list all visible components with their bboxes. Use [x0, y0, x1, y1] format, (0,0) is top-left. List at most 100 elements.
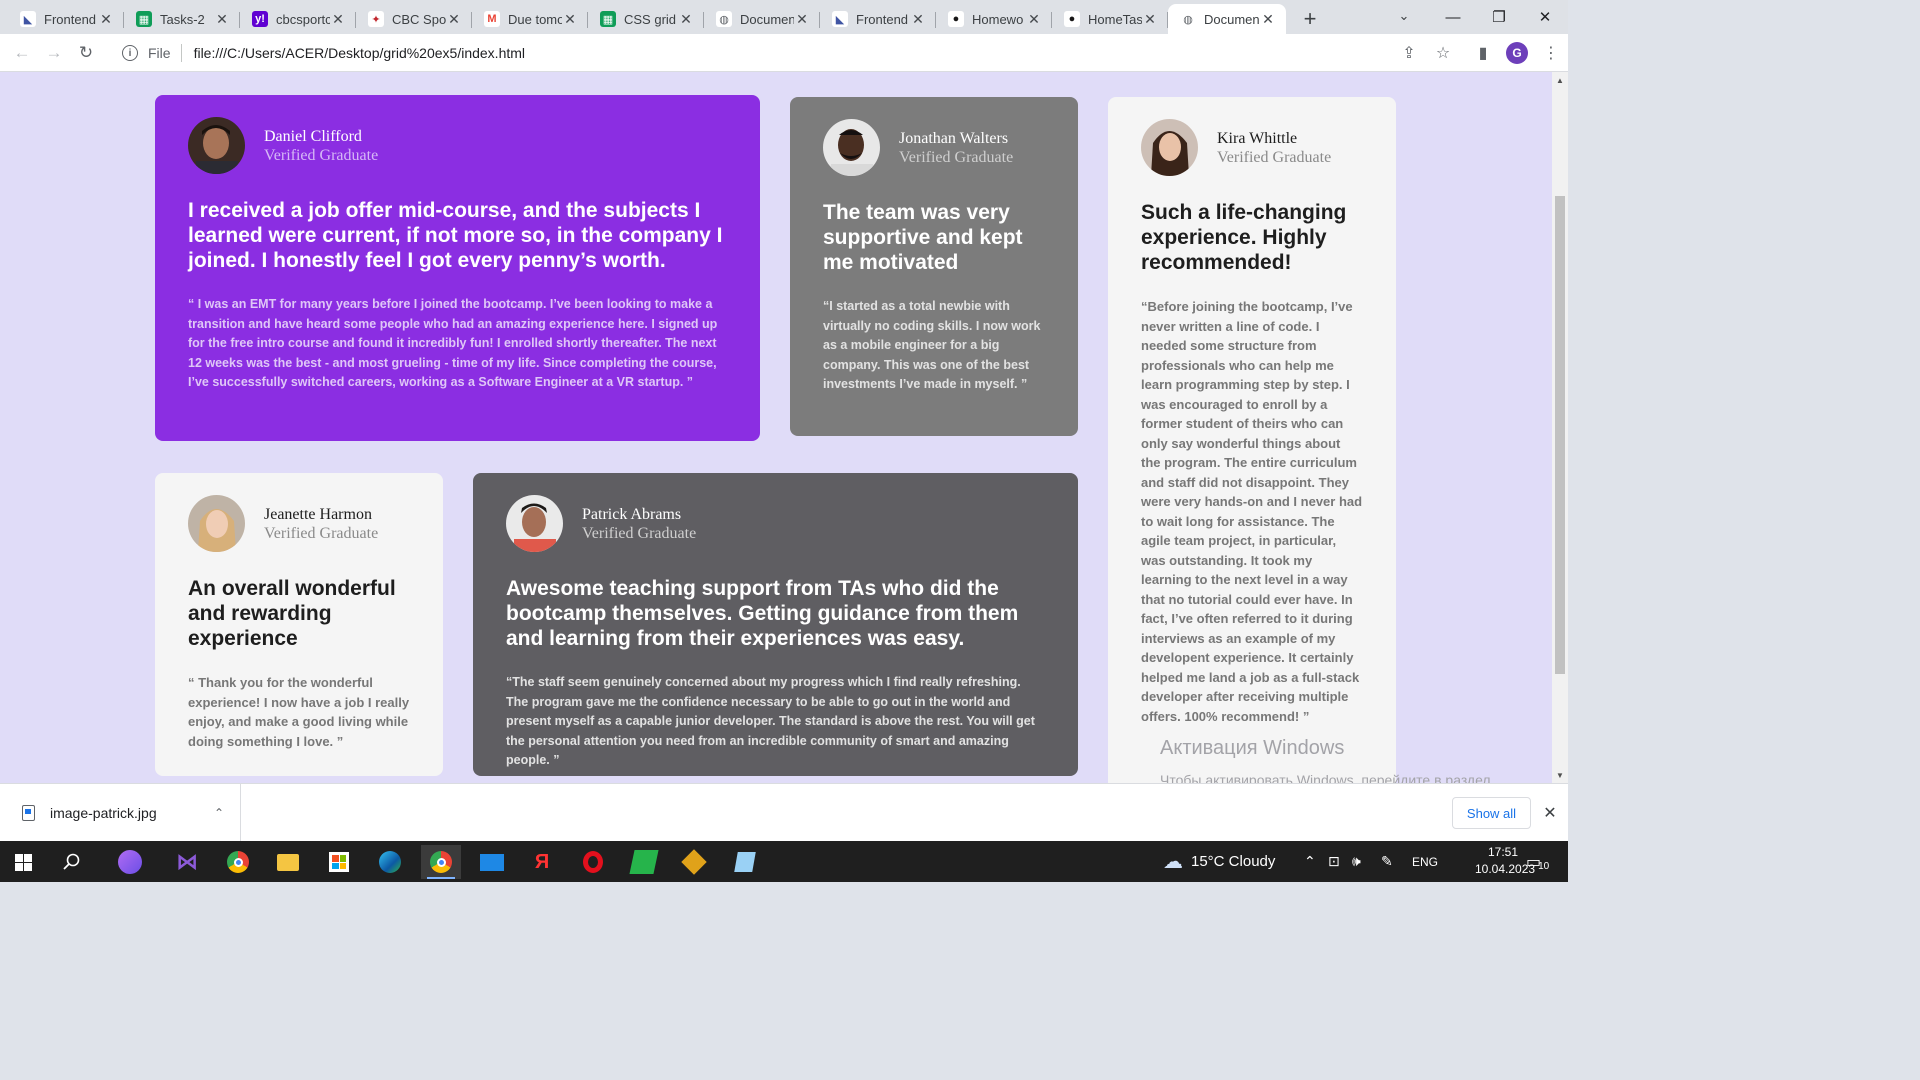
browser-tab[interactable]: ▦ CSS grid ✕ [588, 4, 704, 34]
card-header: Patrick Abrams Verified Graduate [506, 495, 1045, 552]
download-item[interactable]: image-patrick.jpg ⌃ [0, 784, 241, 842]
testimonial-card-kira: Kira Whittle Verified Graduate Such a li… [1108, 97, 1396, 783]
show-hidden-icons-icon[interactable]: ⌃ [1304, 841, 1316, 882]
testimonial-headline: Such a life-changing experience. Highly … [1141, 201, 1347, 274]
person-info: Kira Whittle Verified Graduate [1217, 129, 1331, 167]
person-info: Jonathan Walters Verified Graduate [899, 129, 1013, 167]
pen-icon[interactable]: ✎ [1381, 841, 1393, 882]
browser-tab[interactable]: M Due tomo ✕ [472, 4, 588, 34]
weather-widget[interactable]: ☁ 15°C Cloudy [1163, 841, 1275, 882]
browser-tab[interactable]: ◣ Frontend ✕ [8, 4, 124, 34]
cbc-sports-icon: ✦ [368, 11, 384, 27]
site-info-icon[interactable]: i [122, 45, 138, 61]
show-all-button[interactable]: Show all [1452, 797, 1531, 829]
volume-icon[interactable]: 🕪 [1352, 841, 1361, 882]
google-sheets-icon: ▦ [136, 11, 152, 27]
browser-tab[interactable]: ● Homewo ✕ [936, 4, 1052, 34]
tab-title: Documen [740, 11, 794, 27]
tab-close-icon[interactable]: ✕ [678, 11, 694, 28]
browser-tab[interactable]: ◍ Documen ✕ [1168, 4, 1286, 34]
microsoft-store-icon[interactable] [319, 845, 359, 879]
image-file-icon [22, 805, 35, 821]
chevron-up-icon[interactable]: ⌃ [214, 806, 224, 820]
forward-button[interactable]: → [38, 37, 70, 69]
testimonial-card-jeanette: Jeanette Harmon Verified Graduate An ove… [155, 473, 443, 776]
tab-title: Frontend [856, 11, 909, 27]
tab-close-icon[interactable]: ✕ [910, 11, 926, 28]
tab-close-icon[interactable]: ✕ [1260, 11, 1276, 28]
person-name: Kira Whittle [1217, 129, 1298, 147]
git-icon[interactable] [674, 845, 714, 879]
browser-tab-strip: ◣ Frontend ✕ ▦ Tasks-2 ✕ y! cbcsportc ✕ ✦ CBC Spor… [0, 0, 1568, 34]
scrollbar-thumb[interactable] [1555, 196, 1565, 674]
tab-close-icon[interactable]: ✕ [98, 11, 114, 28]
testimonial-card-patrick: Patrick Abrams Verified Graduate Awesome… [473, 473, 1078, 776]
browser-tab[interactable]: ◍ Documen ✕ [704, 4, 820, 34]
person-name: Patrick Abrams [582, 505, 682, 523]
browser-tab[interactable]: ◣ Frontend ✕ [820, 4, 936, 34]
back-button[interactable]: ← [6, 37, 38, 69]
bookmark-star-icon[interactable]: ☆ [1426, 36, 1460, 70]
tab-close-icon[interactable]: ✕ [446, 11, 462, 28]
person-info: Daniel Clifford Verified Graduate [264, 127, 378, 165]
chrome-icon[interactable] [218, 845, 258, 879]
browser-tab[interactable]: ▦ Tasks-2 ✕ [124, 4, 240, 34]
testimonial-card-jonathan: Jonathan Walters Verified Graduate The t… [790, 97, 1078, 436]
profile-button[interactable]: G [1500, 36, 1534, 70]
browser-tab[interactable]: ✦ CBC Spor ✕ [356, 4, 472, 34]
chrome-active-icon[interactable] [421, 845, 461, 879]
globe-icon: ◍ [716, 11, 732, 27]
avatar-jeanette [188, 495, 245, 552]
scroll-up-arrow-icon[interactable]: ▲ [1552, 72, 1568, 88]
side-panel-icon[interactable]: ▮ [1466, 36, 1500, 70]
cloud-icon: ☁ [1163, 851, 1183, 873]
menu-kebab-icon[interactable]: ⋮ [1534, 36, 1568, 70]
start-icon[interactable] [3, 845, 43, 879]
tab-close-icon[interactable]: ✕ [214, 11, 230, 28]
tab-close-icon[interactable]: ✕ [562, 11, 578, 28]
tab-close-icon[interactable]: ✕ [330, 11, 346, 28]
yandex-icon[interactable]: Я [522, 845, 562, 879]
system-clock[interactable]: 17:51 10.04.2023 [1475, 844, 1535, 878]
person-info: Patrick Abrams Verified Graduate [582, 505, 696, 543]
search-icon[interactable] [52, 845, 92, 879]
notepad-icon[interactable] [725, 845, 765, 879]
green-app-icon[interactable] [624, 845, 664, 879]
browser-tab[interactable]: ● HomeTas ✕ [1052, 4, 1168, 34]
person-status: Verified Graduate [264, 524, 379, 542]
avatar-daniel [188, 117, 245, 174]
reload-button[interactable]: ↻ [70, 37, 102, 69]
new-tab-button[interactable]: + [1294, 4, 1326, 34]
download-bar: image-patrick.jpg ⌃ Show all ✕ [0, 783, 1568, 842]
tab-close-icon[interactable]: ✕ [1026, 11, 1042, 28]
edge-icon[interactable] [370, 845, 410, 879]
testimonial-quote: “The staff seem genuinely concerned abou… [506, 675, 1035, 767]
close-download-bar-icon[interactable]: ✕ [1540, 801, 1560, 825]
url-text[interactable]: file:///C:/Users/ACER/Desktop/grid%20ex5… [194, 45, 525, 61]
page-scrollbar[interactable]: ▲ ▼ [1552, 72, 1568, 783]
notification-center[interactable]: ▭ 10 [1526, 841, 1549, 882]
tab-close-icon[interactable]: ✕ [794, 11, 810, 28]
share-icon[interactable]: ⇪ [1392, 36, 1426, 70]
tab-list: ◣ Frontend ✕ ▦ Tasks-2 ✕ y! cbcsportc ✕ ✦ CBC Spor… [0, 4, 1286, 34]
restore-button[interactable]: ❐ [1476, 0, 1522, 34]
weather-text: 15°C Cloudy [1191, 853, 1276, 870]
minimize-button[interactable]: — [1430, 0, 1476, 34]
mail-icon[interactable] [472, 845, 512, 879]
tab-title: Due tomo [508, 11, 562, 27]
gmail-icon: M [484, 11, 500, 27]
language-indicator[interactable]: ENG [1412, 841, 1438, 882]
cortana-icon[interactable] [110, 845, 150, 879]
tab-search-icon[interactable]: ⌄ [1392, 4, 1416, 28]
network-icon[interactable]: ⊡ [1328, 841, 1340, 882]
tab-title: Frontend [44, 11, 97, 27]
testimonial-headline: An overall wonderful and rewarding exper… [188, 577, 396, 650]
browser-tab[interactable]: y! cbcsportc ✕ [240, 4, 356, 34]
file-explorer-icon[interactable] [268, 845, 308, 879]
visual-studio-icon[interactable]: ⋈ [167, 845, 207, 879]
opera-icon[interactable] [573, 845, 613, 879]
address-bar[interactable]: i File file:///C:/Users/ACER/Desktop/gri… [110, 37, 1462, 69]
close-window-button[interactable]: ✕ [1522, 0, 1568, 34]
tab-close-icon[interactable]: ✕ [1142, 11, 1158, 28]
testimonial-headline: The team was very supportive and kept me… [823, 201, 1023, 274]
